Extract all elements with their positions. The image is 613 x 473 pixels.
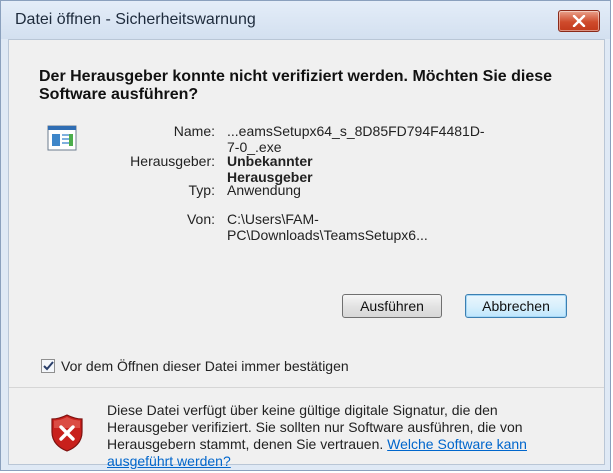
- close-icon: [572, 15, 586, 27]
- publisher-label: Herausgeber:: [130, 153, 215, 169]
- confirm-checkbox[interactable]: [41, 359, 55, 373]
- warning-panel: Diese Datei verfügt über keine gültige d…: [9, 388, 604, 469]
- name-label: Name:: [173, 123, 215, 139]
- close-button[interactable]: [558, 10, 600, 32]
- cancel-button[interactable]: Abbrechen: [465, 294, 567, 318]
- security-warning-dialog: Datei öffnen - Sicherheitswarnung Der He…: [0, 0, 611, 471]
- type-label: Typ:: [188, 182, 215, 198]
- name-value: ...eamsSetupx64_s_8D85FD794F4481D-7-0_.e…: [227, 123, 485, 155]
- checkmark-icon: [42, 361, 54, 371]
- from-value: C:\Users\FAM-PC\Downloads\TeamsSetupx6..…: [227, 211, 428, 243]
- dialog-body: Der Herausgeber konnte nicht verifiziert…: [8, 39, 605, 469]
- window-title: Datei öffnen - Sicherheitswarnung: [15, 11, 256, 28]
- title-bar[interactable]: Datei öffnen - Sicherheitswarnung: [1, 1, 610, 39]
- warning-text-block: Diese Datei verfügt über keine gültige d…: [107, 402, 582, 470]
- confirm-checkbox-row[interactable]: Vor dem Öffnen dieser Datei immer bestät…: [41, 358, 349, 374]
- from-label: Von:: [186, 211, 215, 227]
- publisher-value: Unbekannter Herausgeber: [227, 153, 313, 185]
- run-button[interactable]: Ausführen: [342, 294, 442, 318]
- confirm-checkbox-label: Vor dem Öffnen dieser Datei immer bestät…: [61, 358, 349, 374]
- type-value: Anwendung: [227, 182, 301, 198]
- dialog-heading: Der Herausgeber konnte nicht verifiziert…: [39, 68, 553, 103]
- shield-warning-icon: [51, 414, 83, 452]
- details-panel: Der Herausgeber konnte nicht verifiziert…: [9, 40, 604, 374]
